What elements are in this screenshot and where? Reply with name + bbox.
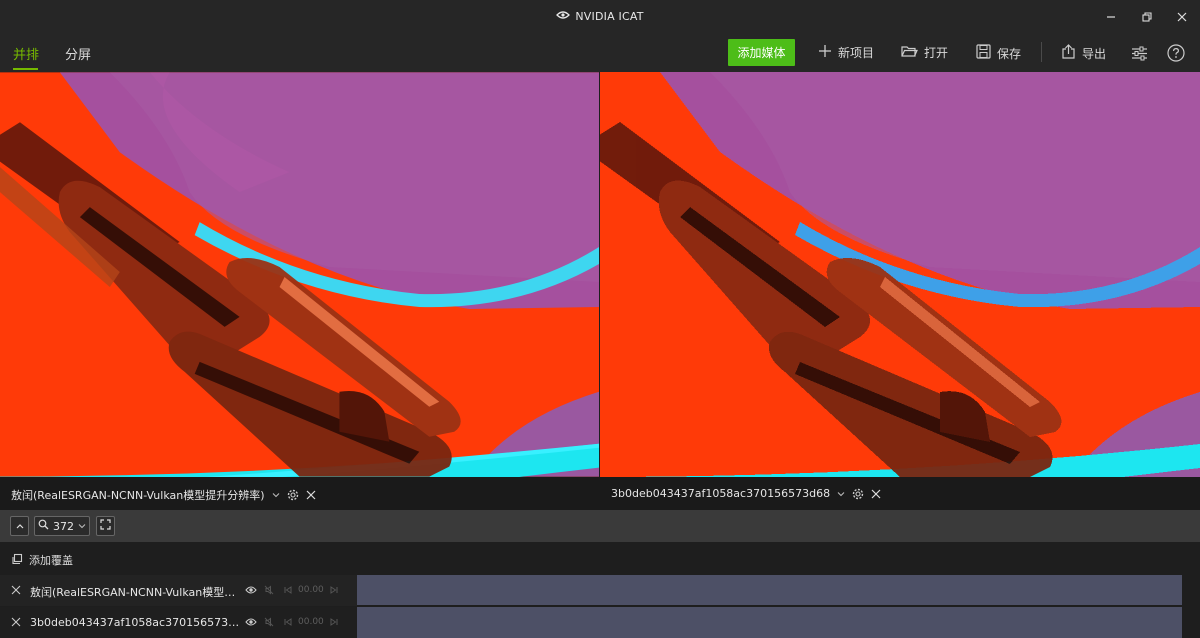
visibility-eye-icon[interactable] <box>245 584 257 598</box>
left-image-viewport[interactable] <box>0 72 599 477</box>
tab-split-screen[interactable]: 分屏 <box>65 44 91 63</box>
fullscreen-icon <box>100 519 111 533</box>
right-image <box>600 72 1200 477</box>
title-bar: NVIDIA ICAT <box>0 0 1200 34</box>
app-title: NVIDIA ICAT <box>0 10 1200 23</box>
gear-icon[interactable] <box>852 488 864 500</box>
nvidia-logo-icon <box>556 10 571 23</box>
remove-track-icon[interactable] <box>11 584 21 598</box>
overlay-bar: 添加覆盖 <box>0 542 1200 574</box>
save-button[interactable]: 保存 <box>976 44 1021 62</box>
track-row: 3b0deb043437af1058ac370156573d68 00.00 <box>0 607 357 638</box>
remove-track-icon[interactable] <box>11 616 21 630</box>
timeline-scroll-gap <box>1182 575 1200 638</box>
right-media-name[interactable]: 3b0deb043437af1058ac370156573d68 <box>611 487 830 500</box>
left-image <box>0 72 599 477</box>
right-image-viewport[interactable] <box>600 72 1200 477</box>
zoom-select[interactable]: 372 <box>34 516 90 536</box>
close-icon[interactable] <box>871 489 881 499</box>
new-project-label: 新项目 <box>838 46 875 60</box>
save-icon <box>976 44 991 62</box>
app-title-text: NVIDIA ICAT <box>575 10 644 23</box>
new-project-button[interactable]: 新项目 <box>818 44 874 61</box>
close-icon[interactable] <box>306 490 316 500</box>
gear-icon[interactable] <box>287 489 299 501</box>
track-name: 3b0deb043437af1058ac370156573d68 <box>30 616 242 629</box>
step-forward-icon[interactable] <box>329 616 339 630</box>
export-icon <box>1061 44 1076 62</box>
left-media-name[interactable]: 敖闰(RealESRGAN-NCNN-Vulkan模型提升分辨率) <box>11 487 265 503</box>
plus-icon <box>818 44 832 61</box>
open-label: 打开 <box>924 46 949 60</box>
overlay-icon <box>11 553 23 568</box>
mute-icon[interactable] <box>264 584 274 598</box>
folder-open-icon <box>901 44 918 61</box>
active-tab-indicator <box>13 68 38 70</box>
collapse-panel-button[interactable] <box>10 516 29 536</box>
add-media-button[interactable]: 添加媒体 <box>728 39 795 66</box>
zoom-value: 372 <box>53 519 74 533</box>
step-back-icon[interactable] <box>283 584 293 598</box>
fit-to-screen-button[interactable] <box>96 516 115 536</box>
left-media-label: 敖闰(RealESRGAN-NCNN-Vulkan模型提升分辨率) <box>11 487 316 503</box>
track-time: 00.00 <box>298 617 324 627</box>
track-row: 敖闰(RealESRGAN-NCNN-Vulkan模型提升分辨率) 00.00 <box>0 575 357 606</box>
open-button[interactable]: 打开 <box>901 44 948 61</box>
chevron-down-icon <box>78 519 86 533</box>
step-back-icon[interactable] <box>283 616 293 630</box>
chevron-up-icon <box>15 519 25 533</box>
mute-icon[interactable] <box>264 616 274 630</box>
restore-icon[interactable] <box>1138 8 1156 26</box>
timeline-clip[interactable] <box>357 607 1182 638</box>
chevron-down-icon[interactable] <box>837 490 845 498</box>
step-forward-icon[interactable] <box>329 584 339 598</box>
zoom-icon <box>38 519 49 533</box>
media-label-bar: 敖闰(RealESRGAN-NCNN-Vulkan模型提升分辨率) 3b0deb… <box>0 477 1200 510</box>
track-time: 00.00 <box>298 585 324 595</box>
export-label: 导出 <box>1082 46 1107 61</box>
tab-side-by-side[interactable]: 并排 <box>13 44 39 63</box>
add-overlay-button[interactable]: 添加覆盖 <box>11 552 73 568</box>
save-label: 保存 <box>997 46 1022 61</box>
timeline-clip[interactable] <box>357 575 1182 605</box>
close-icon[interactable] <box>1173 8 1191 26</box>
chevron-down-icon[interactable] <box>272 491 280 499</box>
help-icon[interactable] <box>1166 43 1186 63</box>
export-button[interactable]: 导出 <box>1061 44 1106 62</box>
toolbar-divider <box>1041 42 1042 62</box>
toolbar: 并排 分屏 添加媒体 新项目 打开 保存 导出 <box>0 34 1200 72</box>
settings-sliders-icon[interactable] <box>1129 43 1149 63</box>
add-overlay-label: 添加覆盖 <box>29 554 73 567</box>
minimize-icon[interactable] <box>1102 8 1120 26</box>
track-name: 敖闰(RealESRGAN-NCNN-Vulkan模型提升分辨率) <box>30 586 242 599</box>
zoom-control-bar: 372 <box>0 510 1200 542</box>
right-media-label: 3b0deb043437af1058ac370156573d68 <box>611 487 881 500</box>
visibility-eye-icon[interactable] <box>245 616 257 630</box>
